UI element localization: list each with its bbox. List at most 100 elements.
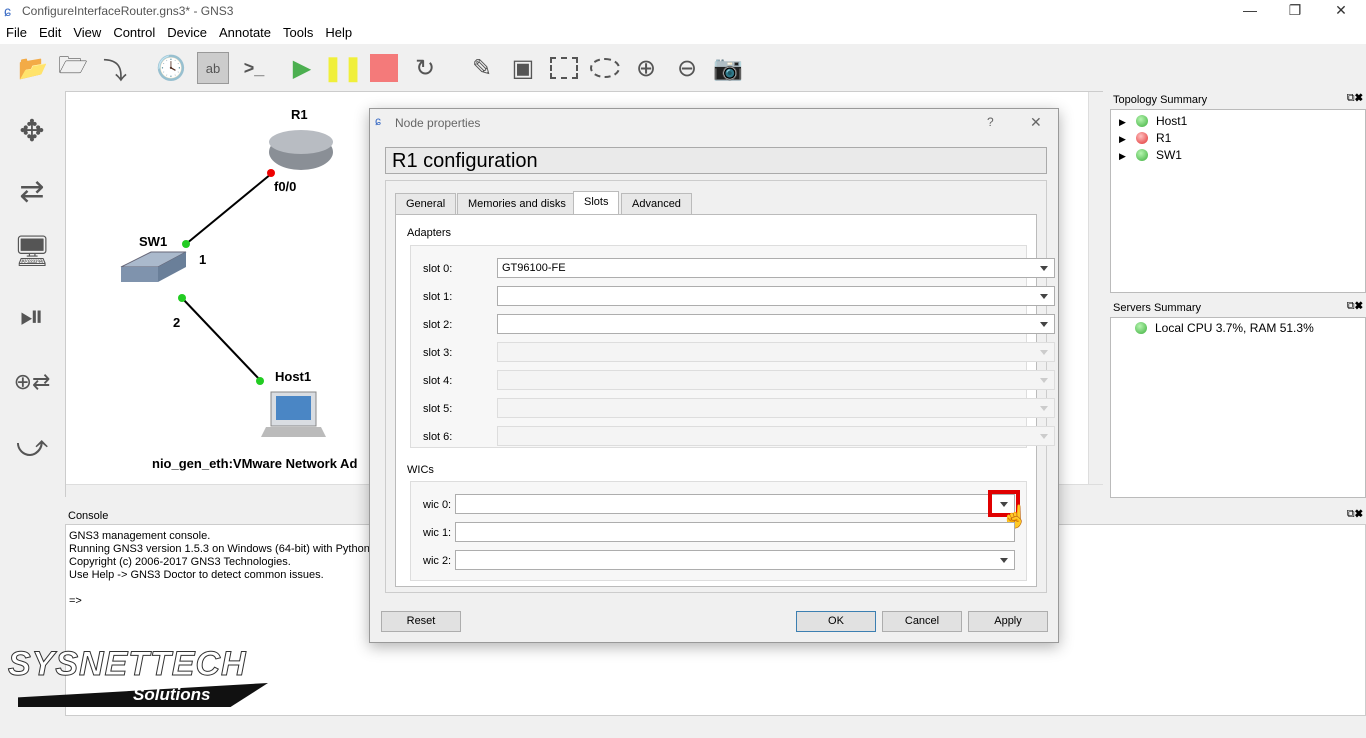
stop-all-icon[interactable] <box>368 52 400 84</box>
servers-summary-panel: Servers Summary ⧉✖ Local CPU 3.7%, RAM 5… <box>1110 299 1366 499</box>
menu-help[interactable]: Help <box>319 22 358 40</box>
port-label-1: 1 <box>199 252 207 267</box>
zoom-out-icon[interactable]: ⊖ <box>671 52 703 84</box>
panel-float-close-icon[interactable]: ⧉✖ <box>1347 508 1363 521</box>
panel-float-close-icon[interactable]: ⧉✖ <box>1347 300 1363 313</box>
console-all-icon[interactable]: >_ <box>238 52 270 84</box>
pause-all-icon[interactable]: ❚❚ <box>323 52 363 84</box>
adapters-label: Adapters <box>407 227 452 239</box>
server-item-local[interactable]: Local CPU 3.7%, RAM 51.3% <box>1135 321 1341 335</box>
start-all-icon[interactable]: ▶ <box>286 52 318 84</box>
topology-item-r1[interactable]: ▶ R1 <box>1119 130 1357 147</box>
status-green-icon <box>1135 115 1148 127</box>
dialog-title: Node properties <box>395 116 481 130</box>
servers-summary-list: Local CPU 3.7%, RAM 51.3% <box>1110 317 1366 498</box>
item-label: Host1 <box>1155 114 1188 128</box>
close-window-button[interactable]: ✕ <box>1326 2 1356 19</box>
slot-0-select[interactable]: GT96100-FE <box>497 258 1055 278</box>
wic-0-select[interactable] <box>455 494 1015 514</box>
insert-picture-icon[interactable]: ▣ <box>507 52 539 84</box>
ok-button[interactable]: OK <box>796 611 876 632</box>
apply-button[interactable]: Apply <box>968 611 1048 632</box>
chevron-down-icon <box>1040 266 1048 271</box>
restore-button[interactable]: ❐ <box>1280 2 1310 19</box>
chevron-down-icon <box>1040 434 1048 439</box>
end-devices-icon[interactable]: 🖥 <box>10 230 54 274</box>
port-status-green <box>182 240 190 248</box>
close-dialog-button[interactable]: ✕ <box>1030 114 1042 131</box>
minimize-button[interactable]: — <box>1235 2 1265 18</box>
tab-general[interactable]: General <box>395 193 457 215</box>
port-label-2: 2 <box>173 315 181 330</box>
wic-label: wic 1: <box>423 527 452 539</box>
sysnettech-watermark-logo: SYSNETTECH Solutions <box>8 645 318 715</box>
snapshot-clock-icon[interactable]: 🕓 <box>155 52 187 84</box>
slot-6-select <box>497 426 1055 446</box>
topology-item-sw1[interactable]: ▶ SW1 <box>1119 147 1357 164</box>
menu-tools[interactable]: Tools <box>277 22 319 40</box>
topology-summary-title: Topology Summary <box>1113 94 1208 106</box>
dialog-heading: R1 configuration <box>385 147 1047 174</box>
node-label-host1: Host1 <box>275 369 312 384</box>
tab-advanced[interactable]: Advanced <box>621 193 692 215</box>
node-label-r1: R1 <box>291 107 308 122</box>
save-project-icon[interactable]: ⤵ <box>99 52 131 85</box>
port-status-green <box>178 294 186 302</box>
reload-all-icon[interactable]: ↻ <box>409 52 441 84</box>
panel-float-close-icon[interactable]: ⧉✖ <box>1347 92 1363 105</box>
console-title: Console <box>68 510 109 522</box>
cancel-button[interactable]: Cancel <box>882 611 962 632</box>
topology-summary-panel: Topology Summary ⧉✖ ▶ Host1 ▶ R1 ▶ SW1 <box>1110 91 1366 299</box>
canvas-vertical-scrollbar[interactable] <box>1088 92 1103 484</box>
menu-edit[interactable]: Edit <box>33 22 67 40</box>
screenshot-camera-icon[interactable]: 📷 <box>712 52 744 84</box>
slots-tab-page: Adapters slot 0: GT96100-FE slot 1: slot … <box>395 214 1055 587</box>
item-label: SW1 <box>1155 148 1182 162</box>
draw-ellipse-icon[interactable] <box>589 52 621 84</box>
security-devices-icon[interactable]: ⏯ <box>10 295 54 339</box>
topology-summary-list: ▶ Host1 ▶ R1 ▶ SW1 <box>1110 109 1366 293</box>
menu-device[interactable]: Device <box>161 22 213 40</box>
port-status-red <box>267 169 275 177</box>
wics-group: wic 0: ☝ wic 1: wic 2: <box>410 481 1028 581</box>
tab-memories-and-disks[interactable]: Memories and disks <box>457 193 577 215</box>
chevron-down-icon <box>1040 322 1048 327</box>
port-status-green <box>256 377 264 385</box>
reset-button[interactable]: Reset <box>381 611 461 632</box>
topology-item-host1[interactable]: ▶ Host1 <box>1119 113 1357 130</box>
gns3-logo-icon: ɕ <box>375 114 381 128</box>
menu-annotate[interactable]: Annotate <box>213 22 277 40</box>
slot-5-select <box>497 398 1055 418</box>
routers-icon[interactable]: ✥ <box>10 110 54 154</box>
draw-rectangle-icon[interactable] <box>548 52 580 84</box>
toolbar: 📂 🗁 ⤵ 🕓 ab >_ ▶ ❚❚ ↻ ✎ ▣ ⊕ ⊖ 📷 <box>0 44 1366 90</box>
menu-bar: File Edit View Control Device Annotate Tools He… <box>0 22 1366 44</box>
chevron-down-icon <box>1000 558 1008 563</box>
wic-1-select[interactable] <box>455 522 1015 542</box>
chevron-down-icon <box>1040 406 1048 411</box>
help-button[interactable]: ? <box>987 115 994 129</box>
node-properties-dialog: ɕ Node properties ? ✕ R1 configuration G… <box>369 108 1059 643</box>
add-link-icon[interactable]: ⤻ <box>10 425 54 469</box>
tab-slots[interactable]: Slots <box>573 191 620 215</box>
open-project-icon[interactable]: 🗁 <box>57 52 89 84</box>
slot-label: slot 6: <box>423 431 453 443</box>
show-interface-labels-icon[interactable]: ab <box>197 52 229 84</box>
wic-2-select[interactable] <box>455 550 1015 570</box>
zoom-in-icon[interactable]: ⊕ <box>630 52 662 84</box>
menu-control[interactable]: Control <box>107 22 161 40</box>
slot-2-select[interactable] <box>497 314 1055 334</box>
chevron-down-icon <box>1040 350 1048 355</box>
all-devices-icon[interactable]: ⊕⇄ <box>10 360 54 404</box>
switches-icon[interactable]: ⇄ <box>10 170 54 214</box>
menu-view[interactable]: View <box>67 22 107 40</box>
status-green-icon <box>1135 149 1148 161</box>
slot-label: slot 2: <box>423 319 453 331</box>
add-note-icon[interactable]: ✎ <box>466 52 498 84</box>
status-green-icon <box>1135 322 1147 334</box>
menu-file[interactable]: File <box>0 22 33 40</box>
slot-1-select[interactable] <box>497 286 1055 306</box>
adapters-group: slot 0: GT96100-FE slot 1: slot 2: slot 3… <box>410 245 1055 448</box>
gns3-logo-icon: ɕ <box>4 3 11 19</box>
new-project-icon[interactable]: 📂 <box>17 52 49 84</box>
